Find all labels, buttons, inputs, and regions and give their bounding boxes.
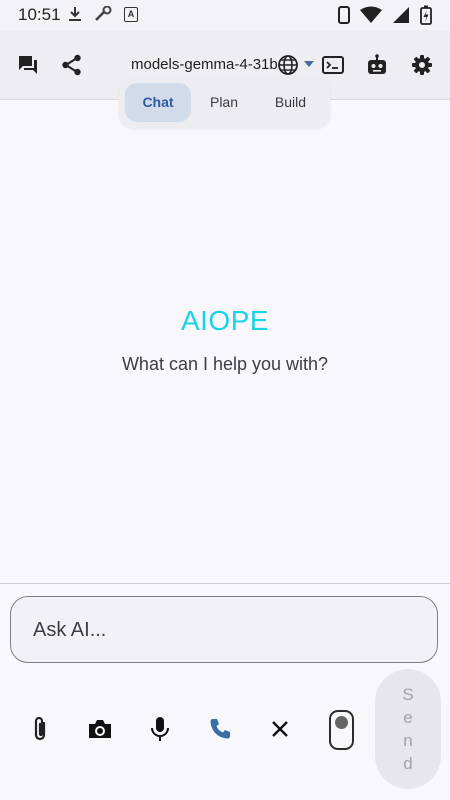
toggle-switch[interactable] bbox=[329, 710, 354, 750]
toggle-knob bbox=[335, 716, 348, 729]
camera-icon[interactable] bbox=[85, 714, 115, 744]
mode-plan-tab[interactable]: Plan bbox=[191, 83, 257, 122]
message-input-container bbox=[10, 596, 438, 664]
phone-device-icon bbox=[338, 6, 350, 24]
microphone-icon[interactable] bbox=[145, 714, 175, 744]
share-icon[interactable] bbox=[59, 52, 85, 78]
chat-icon[interactable] bbox=[15, 52, 41, 78]
download-icon bbox=[69, 7, 81, 21]
mode-selector: Chat Plan Build bbox=[119, 77, 330, 128]
welcome-prompt: What can I help you with? bbox=[121, 354, 329, 374]
send-button[interactable]: S e n d bbox=[375, 669, 441, 789]
send-letter: S bbox=[402, 685, 414, 704]
send-letter: e bbox=[403, 708, 413, 727]
robot-icon[interactable] bbox=[364, 52, 390, 78]
status-bar: 10:51 A bbox=[0, 0, 450, 30]
message-input[interactable] bbox=[31, 597, 425, 664]
status-time: 10:51 bbox=[18, 5, 61, 24]
app-brand-title: AIOPE bbox=[180, 305, 270, 336]
close-icon[interactable] bbox=[265, 714, 295, 744]
send-letter: d bbox=[403, 754, 413, 773]
globe-icon[interactable] bbox=[275, 52, 301, 78]
send-letter: n bbox=[403, 731, 413, 750]
attach-icon[interactable] bbox=[25, 714, 55, 744]
wrench-icon bbox=[95, 6, 112, 21]
status-right-icons bbox=[338, 5, 432, 25]
composer-divider bbox=[0, 583, 450, 584]
battery-charging-icon bbox=[420, 5, 432, 25]
mode-chat-tab[interactable]: Chat bbox=[125, 83, 191, 122]
settings-icon[interactable] bbox=[409, 52, 435, 78]
signal-icon bbox=[393, 7, 409, 23]
wifi-icon bbox=[360, 6, 382, 23]
model-selector-title[interactable]: models-gemma-4-31b-it bbox=[131, 56, 281, 73]
accessibility-a-icon: A bbox=[124, 6, 138, 22]
dropdown-caret-icon[interactable] bbox=[304, 61, 314, 67]
phone-icon[interactable] bbox=[205, 714, 235, 744]
terminal-icon[interactable] bbox=[320, 52, 346, 78]
status-left-icons: A bbox=[68, 6, 138, 22]
mode-build-tab[interactable]: Build bbox=[257, 83, 324, 122]
